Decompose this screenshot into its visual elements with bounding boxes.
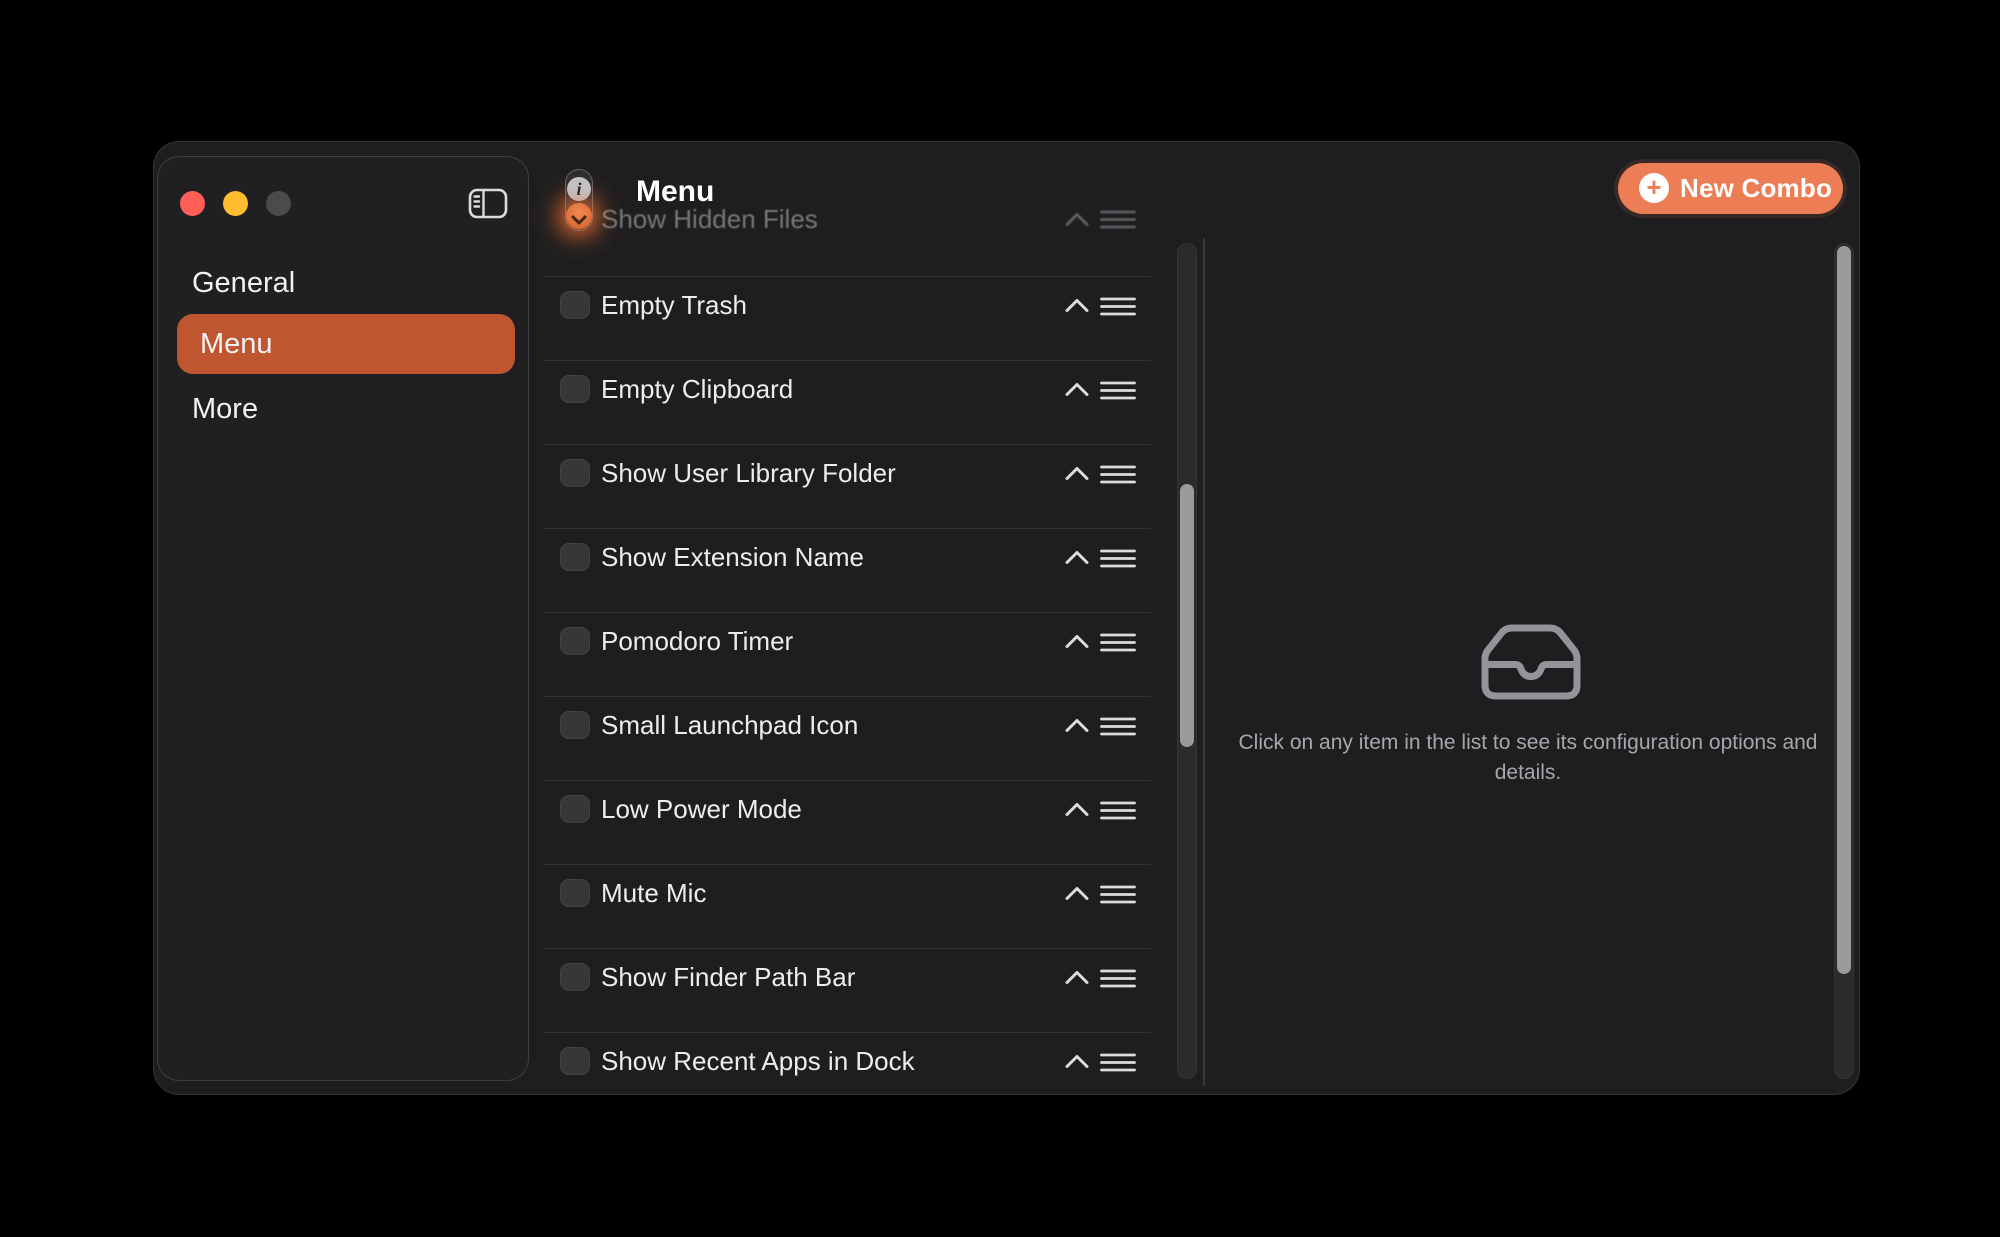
sidebar: General Menu More: [157, 156, 529, 1081]
list-item[interactable]: Show User Library Folder: [544, 444, 1151, 528]
list-item[interactable]: Empty Trash: [544, 276, 1151, 360]
chevron-up-icon[interactable]: [1065, 1054, 1089, 1074]
new-combo-label: New Combo: [1680, 163, 1832, 214]
item-label: Show Recent Apps in Dock: [601, 1043, 915, 1079]
item-label: Empty Clipboard: [601, 371, 793, 407]
list-item[interactable]: Low Power Mode: [544, 780, 1151, 864]
drag-handle-icon[interactable]: [1100, 800, 1136, 826]
tray-icon: [1481, 623, 1581, 706]
sidebar-item-general[interactable]: General: [177, 257, 515, 309]
chevron-up-icon[interactable]: [1065, 718, 1089, 738]
chevron-up-icon[interactable]: [1065, 886, 1089, 906]
item-checkbox[interactable]: [560, 459, 590, 487]
item-checkbox[interactable]: [560, 711, 590, 739]
window-scrollbar-track[interactable]: [1834, 243, 1854, 1079]
item-checkbox[interactable]: [560, 375, 590, 403]
list-item[interactable]: Pomodoro Timer: [544, 612, 1151, 696]
drag-handle-icon[interactable]: [1100, 968, 1136, 994]
list-item[interactable]: Small Launchpad Icon: [544, 696, 1151, 780]
info-icon[interactable]: i: [567, 177, 591, 201]
item-label: Small Launchpad Icon: [601, 707, 858, 743]
item-checkbox[interactable]: [560, 543, 590, 571]
chevron-up-icon: [1065, 212, 1089, 232]
chevron-up-icon[interactable]: [1065, 298, 1089, 318]
item-label: Pomodoro Timer: [601, 623, 793, 659]
list-scrollbar-track[interactable]: [1177, 243, 1197, 1079]
item-checkbox[interactable]: [560, 291, 590, 319]
sidebar-item-label: More: [192, 393, 258, 426]
drag-handle-icon[interactable]: [1100, 464, 1136, 490]
item-checkbox[interactable]: [560, 627, 590, 655]
ghost-row-label: Show Hidden Files: [601, 202, 818, 236]
item-checkbox[interactable]: [560, 963, 590, 991]
item-label: Show Finder Path Bar: [601, 959, 855, 995]
new-combo-button[interactable]: + New Combo: [1618, 163, 1843, 214]
chevron-up-icon[interactable]: [1065, 802, 1089, 822]
list-item[interactable]: Show Finder Path Bar: [544, 948, 1151, 1032]
close-button[interactable]: [180, 191, 205, 216]
minimize-button[interactable]: [223, 191, 248, 216]
sidebar-item-menu[interactable]: Menu: [177, 314, 515, 374]
list-scrollbar-thumb[interactable]: [1180, 484, 1194, 747]
toggle-knob[interactable]: [566, 203, 592, 229]
chevron-up-icon[interactable]: [1065, 550, 1089, 570]
list-item[interactable]: Mute Mic: [544, 864, 1151, 948]
zoom-button[interactable]: [266, 191, 291, 216]
item-label: Low Power Mode: [601, 791, 802, 827]
panel-divider: [1203, 238, 1205, 1086]
item-checkbox[interactable]: [560, 1047, 590, 1075]
sidebar-item-label: Menu: [200, 328, 273, 361]
app-window: General Menu More Menu + New Combo i: [153, 141, 1860, 1095]
empty-state-message: Click on any item in the list to see its…: [1233, 728, 1823, 788]
window-scrollbar-thumb[interactable]: [1837, 246, 1851, 974]
screen: General Menu More Menu + New Combo i: [0, 0, 2000, 1237]
plus-icon: +: [1639, 173, 1669, 203]
sidebar-toggle-button[interactable]: [468, 188, 508, 220]
item-checkbox[interactable]: [560, 795, 590, 823]
drag-handle-icon: [1100, 209, 1136, 235]
drag-handle-icon[interactable]: [1100, 884, 1136, 910]
item-label: Show Extension Name: [601, 539, 864, 575]
list-item[interactable]: Show Extension Name: [544, 528, 1151, 612]
drag-handle-icon[interactable]: [1100, 548, 1136, 574]
chevron-up-icon[interactable]: [1065, 970, 1089, 990]
chevron-up-icon[interactable]: [1065, 382, 1089, 402]
drag-handle-icon[interactable]: [1100, 1052, 1136, 1078]
list-item[interactable]: Show Recent Apps in Dock: [544, 1032, 1151, 1095]
drag-handle-icon[interactable]: [1100, 296, 1136, 322]
chevron-down-icon: [571, 214, 587, 229]
sidebar-toggle-icon: [468, 208, 508, 223]
chevron-up-icon[interactable]: [1065, 634, 1089, 654]
drag-handle-icon[interactable]: [1100, 632, 1136, 658]
item-label: Mute Mic: [601, 875, 706, 911]
menu-items-list: Empty Trash: [544, 276, 1151, 1095]
sidebar-item-label: General: [192, 267, 295, 300]
drag-handle-icon[interactable]: [1100, 716, 1136, 742]
drag-handle-icon[interactable]: [1100, 380, 1136, 406]
item-label: Empty Trash: [601, 287, 747, 323]
list-item[interactable]: Empty Clipboard: [544, 360, 1151, 444]
item-label: Show User Library Folder: [601, 455, 896, 491]
chevron-up-icon[interactable]: [1065, 466, 1089, 486]
sidebar-item-more[interactable]: More: [177, 383, 515, 435]
item-checkbox[interactable]: [560, 879, 590, 907]
